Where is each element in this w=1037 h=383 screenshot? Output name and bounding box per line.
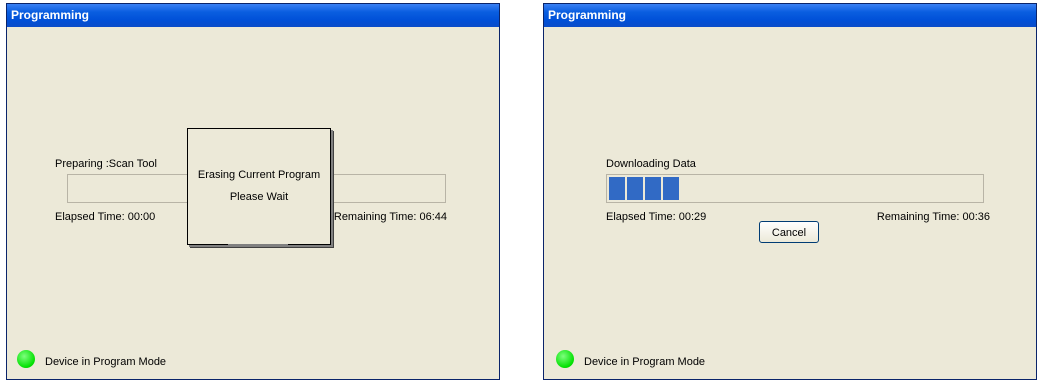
cancel-button[interactable]: Cancel [759, 221, 819, 243]
progress-block [627, 177, 643, 200]
erasing-dialog: Erasing Current Program Please Wait [187, 128, 331, 245]
remaining-time-label: Remaining Time: 06:44 [333, 211, 447, 223]
window-title: Programming [7, 4, 499, 27]
elapsed-time-label: Elapsed Time: 00:29 [606, 211, 707, 223]
elapsed-time-label: Elapsed Time: 00:00 [55, 211, 156, 223]
program-mode-label: Device in Program Mode [584, 356, 706, 368]
status-label: Downloading Data [606, 158, 696, 170]
dialog-wait-message: Please Wait [229, 191, 289, 203]
status-label: Preparing :Scan Tool [55, 158, 157, 170]
program-mode-label: Device in Program Mode [45, 356, 167, 368]
dialog-shadow-bar [228, 244, 288, 246]
dialog-message: Erasing Current Program [197, 169, 321, 181]
progress-block [663, 177, 679, 200]
progress-block [645, 177, 661, 200]
programming-window-right: Programming Downloading Data Elapsed Tim… [543, 3, 1037, 380]
progress-block [609, 177, 625, 200]
progress-fill [609, 177, 679, 200]
progress-bar [606, 174, 984, 203]
program-mode-indicator-icon [17, 350, 35, 368]
window-title: Programming [544, 4, 1036, 27]
programming-window-left: Programming Preparing :Scan Tool Elapsed… [6, 3, 500, 380]
remaining-time-label: Remaining Time: 00:36 [876, 211, 990, 223]
program-mode-indicator-icon [556, 350, 574, 368]
